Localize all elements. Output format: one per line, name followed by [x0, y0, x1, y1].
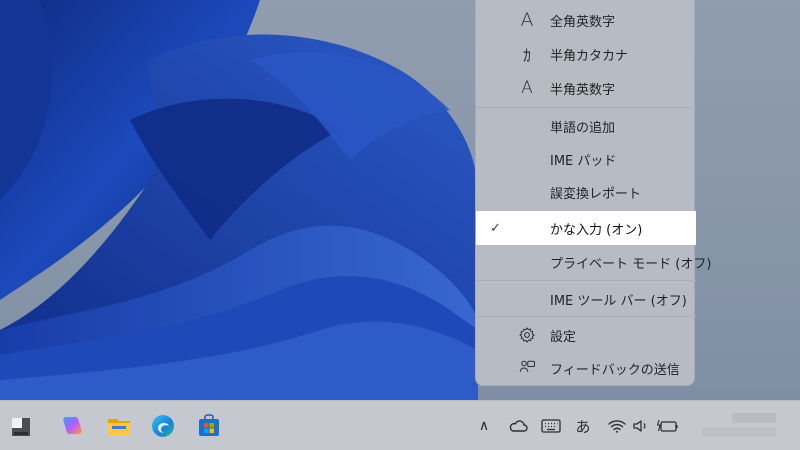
menu-item-label: IME パッド: [550, 153, 617, 169]
file-explorer-icon[interactable]: [106, 413, 132, 439]
menu-separator: [476, 107, 696, 108]
menu-item-kana-input[interactable]: ✓ かな入力 (オン): [476, 211, 696, 245]
battery-charging-icon[interactable]: [656, 414, 680, 438]
start-icon[interactable]: [10, 416, 32, 438]
menu-item-ime-pad[interactable]: IME パッド: [476, 142, 696, 176]
menu-separator: [476, 280, 696, 281]
menu-item-label: 設定: [550, 329, 577, 345]
check-icon: ✓: [490, 220, 501, 236]
menu-item-label: 半角英数字: [550, 82, 616, 98]
feedback-icon: [516, 351, 538, 385]
copilot-icon[interactable]: [60, 413, 86, 439]
menu-item-ime-toolbar[interactable]: IME ツール バー (オフ): [476, 282, 696, 316]
store-icon[interactable]: [196, 413, 222, 439]
menu-separator: [476, 316, 696, 317]
menu-item-label: 誤変換レポート: [550, 186, 642, 202]
menu-item-settings[interactable]: 設定: [476, 318, 696, 352]
menu-item-fullwidth-alphanumeric[interactable]: A 全角英数字: [476, 3, 696, 37]
menu-item-label: 半角カタカナ: [550, 48, 629, 64]
menu-item-label: フィードバックの送信: [550, 362, 680, 378]
font-a-icon: A: [521, 78, 533, 98]
clock-blurred[interactable]: [700, 409, 780, 443]
menu-item-private-mode[interactable]: プライベート モード (オフ): [476, 245, 711, 279]
menu-item-conversion-report[interactable]: 誤変換レポート: [476, 175, 696, 209]
menu-item-send-feedback[interactable]: フィードバックの送信: [476, 351, 696, 385]
wifi-icon[interactable]: [606, 414, 628, 438]
menu-item-halfwidth-alphanumeric[interactable]: A 半角英数字: [476, 71, 696, 105]
edge-icon[interactable]: [150, 413, 176, 439]
show-hidden-icons-chevron-icon[interactable]: ∧: [476, 414, 492, 438]
ime-context-menu: A 全角英数字 ｶ 半角カタカナ A 半角英数字 単語の追加 IME パッド 誤…: [475, 0, 711, 386]
menu-item-label: 単語の追加: [550, 120, 616, 136]
font-a-icon: A: [520, 9, 534, 31]
menu-item-label: プライベート モード (オフ): [550, 256, 712, 272]
date-blurred: [702, 427, 776, 437]
menu-item-label: かな入力 (オン): [550, 222, 643, 238]
menu-item-label: IME ツール バー (オフ): [550, 293, 687, 309]
speaker-icon[interactable]: [630, 414, 652, 438]
katakana-icon: ｶ: [522, 46, 531, 65]
taskbar: ∧ あ: [0, 400, 800, 450]
menu-item-add-word[interactable]: 単語の追加: [476, 109, 696, 143]
time-blurred: [732, 413, 776, 423]
ime-mode-indicator[interactable]: あ: [572, 414, 594, 438]
touch-keyboard-icon[interactable]: [540, 414, 562, 438]
gear-icon: [516, 318, 538, 352]
menu-item-label: 全角英数字: [550, 14, 616, 30]
menu-item-halfwidth-katakana[interactable]: ｶ 半角カタカナ: [476, 37, 696, 71]
onedrive-cloud-icon[interactable]: [506, 414, 530, 438]
